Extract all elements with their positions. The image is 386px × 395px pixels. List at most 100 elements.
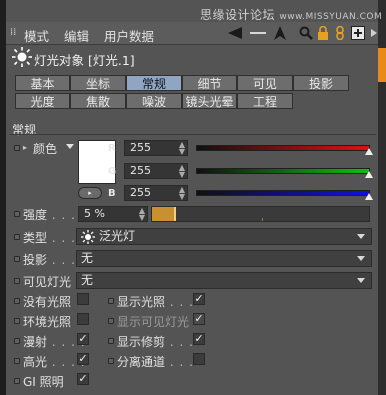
tab-lens-flare[interactable]: 镜头光晕 xyxy=(182,93,237,109)
pointer-up-icon[interactable] xyxy=(271,24,289,42)
anim-dot[interactable] xyxy=(14,298,20,304)
tab-project[interactable]: 工程 xyxy=(237,93,293,109)
lock-icon[interactable] xyxy=(314,24,332,42)
tab-general[interactable]: 常规 xyxy=(126,75,182,91)
anim-dot[interactable] xyxy=(14,278,20,284)
show-clipping-checkbox[interactable]: ✓ xyxy=(193,333,205,345)
g-value-input[interactable]: 255 ▲ ▼ xyxy=(124,163,188,179)
intensity-value: 5 % xyxy=(84,207,105,220)
color-mode-button[interactable]: ▸ xyxy=(78,187,102,199)
anim-dot[interactable] xyxy=(108,318,114,324)
menu-mode[interactable]: 模式 xyxy=(24,26,49,45)
g-spinner-icon[interactable]: ▲ ▼ xyxy=(179,164,185,179)
link-icon[interactable] xyxy=(331,24,349,42)
no-illumination-checkbox[interactable] xyxy=(77,293,89,305)
ambient-illumination-checkbox[interactable] xyxy=(77,313,89,325)
menu-user-data[interactable]: 用户数据 xyxy=(104,26,154,45)
type-value: 泛光灯 xyxy=(99,229,136,243)
side-toolbar xyxy=(378,0,386,395)
gi-illumination-label: GI 照明 xyxy=(23,375,64,389)
grip-icon[interactable]: ⁞⁞ xyxy=(10,27,16,38)
g-channel-label: G xyxy=(108,166,117,177)
color-dropdown-icon[interactable] xyxy=(66,144,74,149)
visible-light-label: 可见灯光 xyxy=(23,275,72,289)
show-illumination-label: 显示光照 . . . xyxy=(117,295,194,309)
shadow-value: 无 xyxy=(81,251,94,265)
intensity-spinner-icon[interactable]: ▲ ▼ xyxy=(139,207,145,222)
tab-photometric[interactable]: 光度 xyxy=(15,93,70,109)
intensity-input[interactable]: 5 % ▲ ▼ xyxy=(78,206,148,222)
anim-dot[interactable] xyxy=(14,378,20,384)
b-channel-label: B xyxy=(108,188,116,199)
chevron-down-icon xyxy=(357,278,365,283)
color-label: 颜色 xyxy=(33,142,58,156)
tab-shadow[interactable]: 投影 xyxy=(293,75,349,91)
object-title: 灯光对象 [灯光.1] xyxy=(34,53,135,68)
g-slider-handle[interactable] xyxy=(365,171,373,178)
anim-dot[interactable] xyxy=(14,318,20,324)
b-value: 255 xyxy=(130,186,151,199)
r-value-input[interactable]: 255 ▲ ▼ xyxy=(124,140,188,156)
forward-line-icon[interactable] xyxy=(249,24,267,42)
g-slider[interactable] xyxy=(196,168,370,174)
side-tab-accent[interactable] xyxy=(378,48,386,82)
anim-dot[interactable] xyxy=(14,358,20,364)
anim-dot[interactable] xyxy=(14,256,20,262)
anim-dot[interactable] xyxy=(108,338,114,344)
tab-basic[interactable]: 基本 xyxy=(15,75,70,91)
tab-coords[interactable]: 坐标 xyxy=(70,75,126,91)
anim-dot[interactable] xyxy=(14,338,20,344)
omni-light-icon xyxy=(81,230,95,248)
tab-details[interactable]: 细节 xyxy=(182,75,237,91)
watermark: 思缘设计论坛 www.MISSYUAN.COM xyxy=(200,6,382,23)
back-arrow-icon[interactable] xyxy=(226,24,244,42)
gi-illumination-checkbox[interactable]: ✓ xyxy=(77,373,89,385)
search-icon[interactable] xyxy=(297,24,315,42)
menu-edit[interactable]: 编辑 xyxy=(64,26,89,45)
chevron-down-icon xyxy=(357,234,365,239)
watermark-url: www.MISSYUAN.COM xyxy=(279,12,383,22)
separate-pass-checkbox[interactable] xyxy=(193,353,205,365)
no-illumination-label: 没有光照 xyxy=(23,295,72,309)
tab-visibility[interactable]: 可见 xyxy=(237,75,293,91)
ambient-illumination-label: 环境光照 xyxy=(23,315,72,329)
show-visible-light-label: 显示可见灯光 xyxy=(117,315,190,329)
show-illumination-checkbox[interactable]: ✓ xyxy=(193,293,205,305)
r-slider-handle[interactable] xyxy=(365,148,373,155)
watermark-text: 思缘设计论坛 xyxy=(200,8,276,22)
panel-menu-icon[interactable] xyxy=(365,24,383,42)
intensity-slider-fill[interactable] xyxy=(152,207,176,221)
b-value-input[interactable]: 255 ▲ ▼ xyxy=(124,185,188,201)
shadow-dropdown[interactable]: 无 xyxy=(76,250,372,267)
visible-light-dropdown[interactable]: 无 xyxy=(76,272,372,289)
anim-dot[interactable] xyxy=(14,211,20,217)
anim-dot[interactable] xyxy=(108,298,114,304)
anim-dot[interactable] xyxy=(14,234,20,240)
show-visible-light-checkbox[interactable]: ✓ xyxy=(193,313,205,325)
visible-light-value: 无 xyxy=(81,273,94,287)
tab-caustics[interactable]: 焦散 xyxy=(70,93,126,109)
section-title: 常规 xyxy=(12,123,37,137)
r-value: 255 xyxy=(130,141,151,154)
expand-arrow-icon[interactable]: ▸ xyxy=(23,143,27,152)
r-slider[interactable] xyxy=(196,145,370,151)
intensity-slider[interactable] xyxy=(151,206,370,222)
chevron-down-icon xyxy=(357,256,365,261)
anim-dot[interactable] xyxy=(14,145,20,151)
show-clipping-label: 显示修剪 . . . xyxy=(117,335,194,349)
diffuse-checkbox[interactable]: ✓ xyxy=(77,333,89,345)
type-dropdown[interactable]: 泛光灯 xyxy=(76,228,372,245)
tab-noise[interactable]: 噪波 xyxy=(126,93,182,109)
intensity-tick xyxy=(262,218,263,221)
separate-pass-label: 分离通道 . . . xyxy=(117,355,194,369)
anim-dot[interactable] xyxy=(108,358,114,364)
r-channel-label: R xyxy=(108,143,116,154)
section-divider xyxy=(10,134,376,135)
specular-checkbox[interactable]: ✓ xyxy=(77,353,89,365)
b-slider[interactable] xyxy=(196,190,370,196)
r-spinner-icon[interactable]: ▲ ▼ xyxy=(179,141,185,156)
b-spinner-icon[interactable]: ▲ ▼ xyxy=(179,186,185,201)
light-object-icon xyxy=(12,47,32,70)
b-slider-handle[interactable] xyxy=(365,193,373,200)
g-value: 255 xyxy=(130,164,151,177)
